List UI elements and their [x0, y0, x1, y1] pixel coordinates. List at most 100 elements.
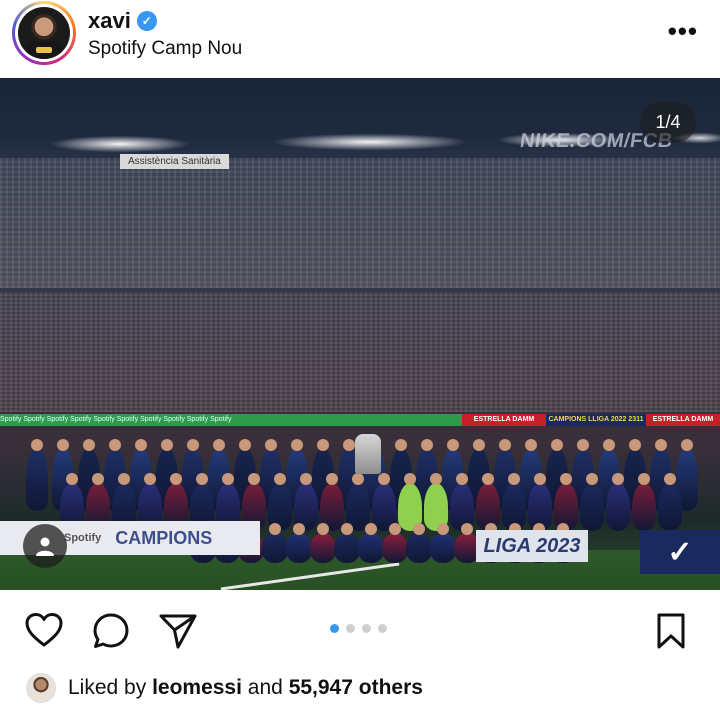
avatar-shirt-print: [36, 47, 52, 53]
upper-sign: Assistència Sanitària: [120, 154, 229, 169]
action-bar: [0, 590, 720, 660]
player-head: [222, 473, 234, 485]
likes-count[interactable]: 55,947 others: [289, 676, 423, 699]
avatar: [18, 7, 70, 59]
player-head: [560, 473, 572, 485]
player-head: [66, 473, 78, 485]
tagged-people-button[interactable]: [23, 524, 67, 568]
post-header: xavi ✓ Spotify Camp Nou •••: [0, 0, 720, 78]
player-head: [655, 439, 667, 451]
avatar-frame: [15, 4, 73, 62]
player-head: [437, 523, 449, 535]
story-ring-avatar[interactable]: [12, 1, 76, 65]
player-head: [629, 439, 641, 451]
player-figure: [382, 533, 408, 563]
bookmark-icon[interactable]: [656, 612, 686, 655]
likes-text[interactable]: Liked by leomessi and 55,947 others: [68, 676, 423, 700]
player-head: [317, 523, 329, 535]
player-head: [461, 523, 473, 535]
player-head: [456, 473, 468, 485]
likes-middle: and: [247, 676, 283, 699]
player-head: [389, 523, 401, 535]
likes-prefix: Liked by: [68, 676, 147, 699]
player-head: [326, 473, 338, 485]
player-head: [551, 439, 563, 451]
stand-upper-tier: [0, 158, 720, 288]
player-figure: [406, 533, 432, 563]
carousel-dot[interactable]: [362, 624, 371, 633]
trophy: [355, 434, 381, 474]
player-head: [161, 439, 173, 451]
player-head: [664, 473, 676, 485]
carousel-counter: 1/4: [640, 101, 696, 143]
player-figure: [358, 533, 384, 563]
player-head: [413, 523, 425, 535]
player-head: [499, 439, 511, 451]
player-figure: [26, 449, 48, 511]
player-head: [577, 439, 589, 451]
player-head: [612, 473, 624, 485]
player-figure: [606, 483, 630, 531]
player-head: [343, 439, 355, 451]
player-head: [92, 473, 104, 485]
player-head: [187, 439, 199, 451]
player-head: [293, 523, 305, 535]
player-figure: [430, 533, 456, 563]
player-head: [274, 473, 286, 485]
player-head: [83, 439, 95, 451]
player-head: [482, 473, 494, 485]
front-banner-spotify: Spotify: [64, 532, 102, 544]
player-head: [248, 473, 260, 485]
player-head: [317, 439, 329, 451]
comment-icon[interactable]: [92, 612, 130, 655]
stand-lower-tier: [0, 292, 720, 412]
player-head: [31, 439, 43, 451]
player-head: [638, 473, 650, 485]
liker-avatar[interactable]: [26, 673, 56, 703]
front-banner-nike: ✓: [640, 530, 720, 574]
player-head: [473, 439, 485, 451]
player-head: [586, 473, 598, 485]
player-head: [135, 439, 147, 451]
player-figure: [334, 533, 360, 563]
player-head: [213, 439, 225, 451]
player-head: [269, 523, 281, 535]
player-head: [109, 439, 121, 451]
player-figure: [310, 533, 336, 563]
username-row: xavi ✓: [88, 8, 157, 34]
player-head: [265, 439, 277, 451]
player-figure: [580, 483, 604, 531]
heart-icon[interactable]: [24, 612, 64, 653]
carousel-dot-active[interactable]: [330, 624, 339, 633]
verified-badge-icon: ✓: [136, 11, 157, 31]
player-head: [421, 439, 433, 451]
location-link[interactable]: Spotify Camp Nou: [88, 38, 242, 60]
player-head: [603, 439, 615, 451]
player-head: [352, 473, 364, 485]
username[interactable]: xavi: [88, 8, 131, 34]
player-figure: [632, 483, 656, 531]
post-photo[interactable]: Assistència Sanitària NIKE.COM/FCB Spoti…: [0, 78, 720, 590]
player-figure: [262, 533, 288, 563]
carousel-dot[interactable]: [346, 624, 355, 633]
liker-username[interactable]: leomessi: [152, 676, 242, 699]
player-head: [365, 523, 377, 535]
front-banner-campions-text: CAMPIONS: [115, 527, 213, 548]
player-head: [395, 439, 407, 451]
more-options-icon[interactable]: •••: [668, 18, 698, 44]
player-head: [196, 473, 208, 485]
player-head: [681, 439, 693, 451]
player-head: [291, 439, 303, 451]
player-head: [404, 473, 416, 485]
player-head: [341, 523, 353, 535]
player-head: [378, 473, 390, 485]
player-head: [430, 473, 442, 485]
player-head: [144, 473, 156, 485]
send-icon[interactable]: [158, 612, 198, 655]
player-head: [525, 439, 537, 451]
player-head: [118, 473, 130, 485]
player-head: [508, 473, 520, 485]
player-head: [170, 473, 182, 485]
carousel-dots: [330, 624, 387, 633]
carousel-dot[interactable]: [378, 624, 387, 633]
